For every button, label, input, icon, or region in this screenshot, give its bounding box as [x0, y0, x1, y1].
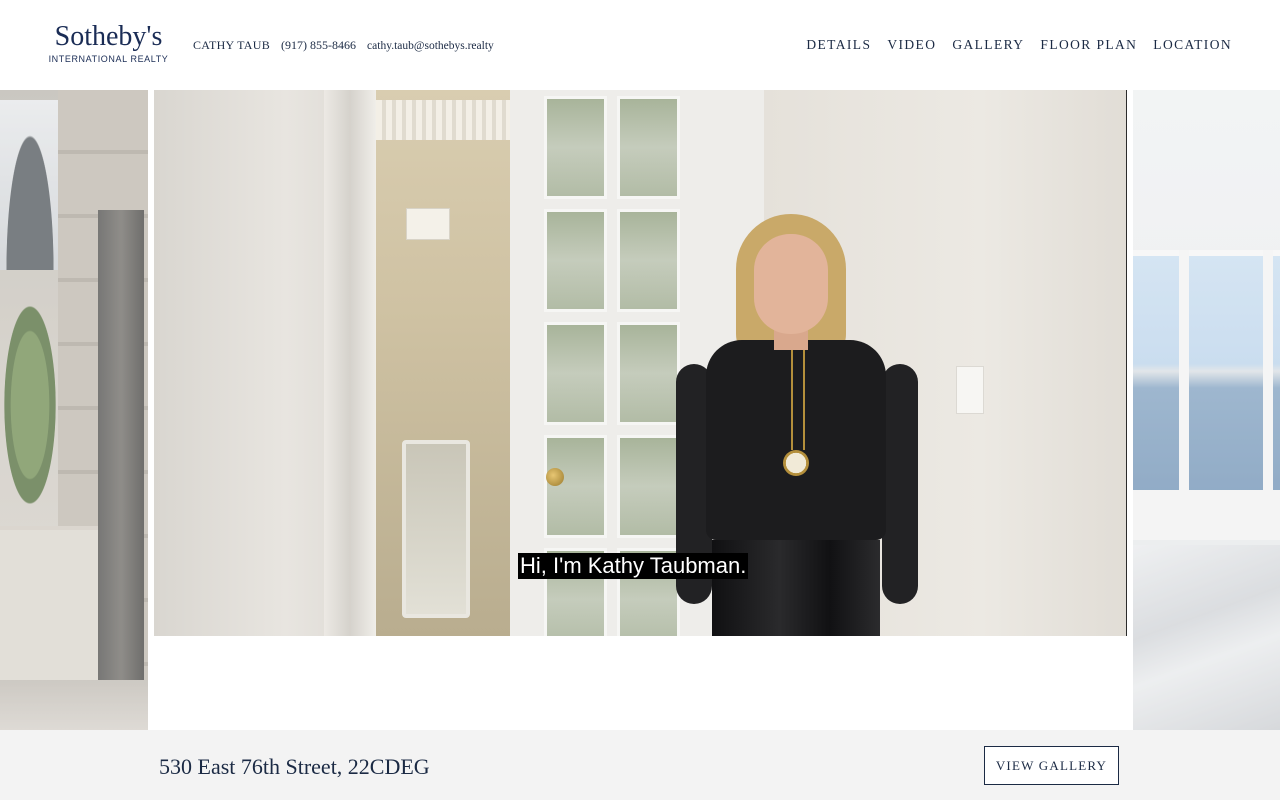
logo-wordmark: Sotheby's	[54, 21, 163, 52]
nav-gallery[interactable]: GALLERY	[952, 37, 1024, 53]
glass-pane	[617, 96, 680, 199]
listing-address: 530 East 76th Street, 22CDEG	[159, 754, 430, 779]
agent-phone[interactable]: (917) 855-8466	[281, 38, 356, 53]
glass-pane	[544, 209, 607, 312]
nav-location[interactable]: LOCATION	[1153, 37, 1232, 53]
agent-name: CATHY TAUB	[193, 38, 271, 52]
glass-pane	[544, 96, 607, 199]
nav-video[interactable]: VIDEO	[887, 37, 936, 53]
dining-room-view	[376, 90, 510, 636]
crown-molding	[376, 100, 510, 140]
glass-pane	[544, 435, 607, 538]
person-arm-right	[882, 364, 918, 604]
light-switch	[956, 366, 984, 414]
main-nav: DETAILS VIDEO GALLERY FLOOR PLAN LOCATIO…	[806, 37, 1232, 53]
prev-slide-image[interactable]	[0, 90, 148, 730]
sothebys-logo[interactable]: Sotheby's INTERNATIONAL REALTY	[46, 21, 171, 65]
agent-email[interactable]: cathy.taub@sothebys.realty	[367, 40, 494, 52]
necklace-chain	[791, 350, 805, 450]
logo-subtext: INTERNATIONAL REALTY	[48, 54, 169, 64]
slide-overlay	[0, 90, 148, 730]
view-gallery-button[interactable]: VIEW GALLERY	[984, 746, 1119, 785]
glass-pane	[544, 322, 607, 425]
video-player[interactable]: Hi, I'm Kathy Taubman.	[154, 90, 1127, 636]
person-face	[754, 234, 828, 334]
video-caption: Hi, I'm Kathy Taubman.	[518, 553, 749, 579]
nav-floor-plan[interactable]: FLOOR PLAN	[1040, 37, 1137, 53]
door-frame	[324, 90, 376, 636]
slide-overlay	[1133, 90, 1280, 730]
media-carousel: Hi, I'm Kathy Taubman.	[0, 90, 1280, 730]
door-knob	[546, 468, 564, 486]
dining-chair	[402, 440, 470, 618]
agent-contact: CATHY TAUB (917) 855-8466 cathy.taub@sot…	[193, 38, 494, 53]
next-slide-image[interactable]	[1133, 90, 1280, 730]
nav-details[interactable]: DETAILS	[806, 37, 871, 53]
necklace-pendant	[783, 450, 809, 476]
wall-sconce	[406, 208, 450, 240]
listing-bar: 530 East 76th Street, 22CDEG VIEW GALLER…	[0, 730, 1280, 800]
site-header: Sotheby's INTERNATIONAL REALTY CATHY TAU…	[0, 0, 1280, 90]
